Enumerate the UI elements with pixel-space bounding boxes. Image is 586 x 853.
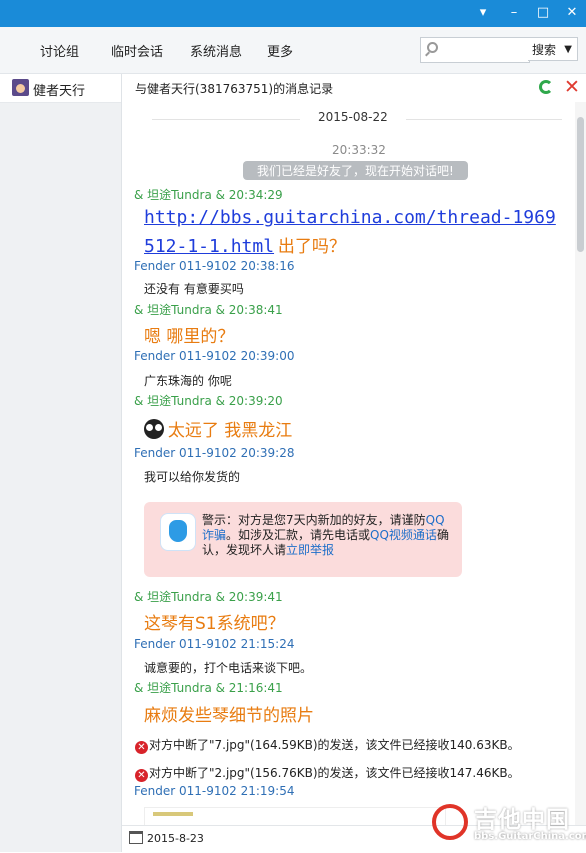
search-icon [427,42,438,53]
message-meta: Fender 011-9102 21:15:24 [134,637,295,651]
close-icon[interactable]: ✕ [561,3,583,23]
error-icon: ✕ [135,769,148,782]
security-warning: 警示：对方是您7天内新加的好友，请谨防QQ诈骗。如涉及汇款，请先电话或QQ视频通… [144,502,462,577]
scrollbar-thumb[interactable] [577,117,584,252]
search-button[interactable]: 搜索 ▼ [528,37,578,61]
file-transfer-notice: ✕ 对方中断了"7.jpg"(164.59KB)的发送，该文件已经接收140.63… [135,736,520,754]
contact-sidebar: 健者天行 [0,74,122,852]
message-meta: Fender 011-9102 20:39:28 [134,446,295,460]
message-meta: & 坦途Tundra & 20:34:29 [134,188,283,202]
system-time: 20:33:32 [332,143,386,157]
message-text: 出了吗？ [277,237,346,257]
warning-part: 。如涉及汇款，请先电话或 [226,528,371,542]
qq-video-call-link[interactable]: QQ视频通话 [370,528,437,542]
search-input[interactable] [420,37,530,63]
message-history: 2015-08-22 20:33:32 我们已经是好友了，现在开始对话吧! & … [122,102,586,825]
contact-name: 健者天行 [33,84,86,99]
message-text: 这琴有S1系统吧？ [144,614,285,634]
message-text: 诚意要的，打个电话来谈下吧。 [144,661,313,675]
message-meta: Fender 011-9102 20:38:16 [134,259,295,273]
message-text: 广东珠海的 你呢 [144,374,232,388]
guitar-logo-icon [432,804,468,840]
tab-more[interactable]: 更多 [267,41,293,60]
message-text: 太远了 我黑龙江 [167,421,293,441]
maximize-icon[interactable]: □ [532,3,554,23]
minimize-icon[interactable]: – [503,3,525,23]
system-message: 我们已经是好友了，现在开始对话吧! [243,161,468,180]
watermark-en: bbs.GuitarChina.com [474,831,586,842]
message-meta: & 坦途Tundra & 21:16:41 [134,681,283,695]
calendar-icon[interactable] [129,831,143,844]
contact-item[interactable]: 健者天行 [0,74,121,103]
message-meta: Fender 011-9102 20:39:00 [134,349,295,363]
scrollbar[interactable] [575,102,586,825]
warning-part: 警示：对方是您7天内新加的好友，请谨防 [202,513,426,527]
refresh-icon[interactable] [539,80,553,94]
delete-icon[interactable]: ✕ [564,76,580,98]
toolbar: 讨论组 临时会话 系统消息 更多 搜索 ▼ [0,27,586,74]
notice-text: 对方中断了"2.jpg"(156.76KB)的发送，该文件已经接收147.46K… [149,766,520,780]
report-link[interactable]: 立即举报 [286,543,334,557]
shield-icon [160,513,196,551]
message-row: 太远了 我黑龙江 [144,416,292,441]
message-meta: Fender 011-9102 21:19:54 [134,784,295,798]
notice-text: 对方中断了"7.jpg"(164.59KB)的发送，该文件已经接收140.63K… [149,738,520,752]
title-bar: ▾ – □ ✕ [0,0,586,27]
tab-discussion-group[interactable]: 讨论组 [40,41,79,60]
avatar [12,79,29,96]
owl-emoji-icon [144,419,164,439]
image-preview[interactable] [144,807,446,825]
tab-system-messages[interactable]: 系统消息 [190,41,242,60]
page-title: 与健者天行(381763751)的消息记录 [135,82,334,96]
message-link-row: 512-1-1.html 出了吗？ [144,232,346,257]
search-button-label: 搜索 [532,43,557,57]
message-text: 我可以给你发货的 [144,470,241,484]
error-icon: ✕ [135,741,148,754]
message-link-cont[interactable]: 512-1-1.html [144,236,274,257]
warning-text: 警示：对方是您7天内新加的好友，请谨防QQ诈骗。如涉及汇款，请先电话或QQ视频通… [202,513,452,558]
date-label: 2015-08-22 [300,110,406,124]
file-transfer-notice: ✕ 对方中断了"2.jpg"(156.76KB)的发送，该文件已经接收147.46… [135,764,520,782]
message-meta: & 坦途Tundra & 20:39:20 [134,394,283,408]
chevron-down-icon: ▼ [564,44,572,55]
history-header: 与健者天行(381763751)的消息记录 [122,74,586,102]
message-meta: & 坦途Tundra & 20:39:41 [134,590,283,604]
watermark-cn: 吉他中国 [474,807,570,833]
message-text: 还没有 有意要买吗 [144,282,244,296]
message-text: 嗯 哪里的？ [144,327,235,347]
message-meta: & 坦途Tundra & 20:38:41 [134,303,283,317]
tab-temp-session[interactable]: 临时会话 [111,41,163,60]
message-link[interactable]: http://bbs.guitarchina.com/thread-1969 [144,207,556,228]
current-date: 2015-8-23 [147,832,204,845]
message-text: 麻烦发些琴细节的照片 [144,706,314,726]
watermark: 吉他中国 bbs.GuitarChina.com [432,800,586,850]
menu-dropdown-icon[interactable]: ▾ [472,3,494,23]
